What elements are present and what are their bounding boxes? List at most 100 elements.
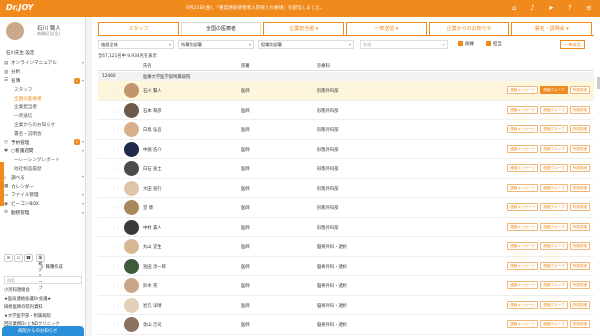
message-button[interactable]: 連絡メッセージ <box>507 281 539 289</box>
name-search-input[interactable]: 名前 ⌕ <box>360 40 448 49</box>
sidebar-item[interactable]: ▥ 分析 <box>4 68 84 77</box>
help-icon[interactable]: ? <box>568 4 572 12</box>
drag-handle-icon[interactable]: ⋮⋮ <box>112 283 120 288</box>
detail-button[interactable]: 所属詳細 <box>569 86 590 94</box>
detail-button[interactable]: 所属詳細 <box>569 144 590 153</box>
message-button[interactable]: 連絡メッセージ <box>507 242 539 250</box>
staff-name[interactable]: 石本 和彦 <box>143 108 162 114</box>
send-icon[interactable]: ➤ <box>548 4 554 12</box>
sidebar-item[interactable]: ♥ ○看護週間 ▾ <box>4 147 84 156</box>
sidebar-item[interactable]: ◷ 予約管理 1 ▾ <box>4 138 84 147</box>
group-button[interactable]: 連絡グループ <box>540 125 568 133</box>
menu-icon[interactable]: ≡ <box>586 4 592 12</box>
mail-icon[interactable]: ✉ <box>4 254 13 262</box>
staff-name[interactable]: 池田 淳一郎 <box>143 264 166 270</box>
table-row[interactable]: ⋮⋮ 池田 淳一郎 医師 脳脊外科・透析 連絡メッセージ 連絡グループ 所属詳細 <box>98 257 594 276</box>
message-button[interactable]: 連絡メッセージ <box>507 261 539 270</box>
tab[interactable]: 署名・説明会 ▾ <box>511 22 593 35</box>
sidebar-item[interactable]: 一レーシングレポート <box>4 156 84 165</box>
group-button[interactable]: 連絡グループ <box>540 203 568 211</box>
table-row[interactable]: ⋮⋮ 中堀 浩介 医師 形態外科部 連絡メッセージ 連絡グループ 所属詳細 <box>98 140 594 159</box>
sidebar-item[interactable]: 企業からのお知らせ <box>4 121 84 130</box>
message-button[interactable]: 連絡メッセージ <box>507 203 539 211</box>
position-select[interactable]: 役職別部署 ▾ <box>258 40 354 49</box>
sidebar-item[interactable]: 企業担当者 <box>4 103 84 112</box>
detail-button[interactable]: 所属詳細 <box>569 105 590 114</box>
table-row[interactable]: ⋮⋮ 白石 直士 医師 形態外科部 連絡メッセージ 連絡グループ 所属詳細 <box>98 159 594 179</box>
sidebar-item[interactable]: ⚙ 勤務管理 ▾ <box>4 209 84 218</box>
detail-button[interactable]: 所属詳細 <box>569 242 590 250</box>
drag-handle-icon[interactable]: ⋮⋮ <box>112 322 120 327</box>
staff-name[interactable]: 大田 直行 <box>143 186 162 192</box>
table-row[interactable]: ⋮⋮ 金山 吉司 医師 脳脊外科・透析 連絡メッセージ 連絡グループ 所属詳細 <box>98 315 594 335</box>
tab[interactable]: 全国の医療者 <box>180 22 262 35</box>
table-row[interactable]: ⋮⋮ 鈴木 英 医師 脳脊外科・透析 連絡メッセージ 連絡グループ 所属詳細 <box>98 276 594 296</box>
sidebar-item[interactable]: ⌕ 調べる ▾ <box>4 173 84 182</box>
table-row[interactable]: ⋮⋮ 岩元 洋晴 医師 脳脊外科・透析 連絡メッセージ 連絡グループ 所属詳細 <box>98 296 594 315</box>
group-search-input[interactable]: 検索 <box>4 276 82 284</box>
broadcast-button[interactable]: 一斉送信 <box>560 40 585 49</box>
drag-handle-icon[interactable]: ⋮⋮ <box>112 186 120 191</box>
user-card[interactable]: 石川 賢人 病棟担当(全) <box>6 22 84 52</box>
app-logo[interactable]: Dr.JOY <box>6 3 33 12</box>
detail-button[interactable]: 所属詳細 <box>569 125 590 133</box>
group-button[interactable]: 連絡グループ <box>540 164 568 172</box>
group-button[interactable]: 連絡グループ <box>540 281 568 289</box>
staff-name[interactable]: 丸山 宜生 <box>143 244 162 250</box>
detail-button[interactable]: 所属詳細 <box>569 164 590 172</box>
detail-button[interactable]: 所属詳細 <box>569 281 590 289</box>
staff-name[interactable]: 堂 博 <box>143 205 153 211</box>
staff-name[interactable]: 中堀 浩介 <box>143 147 162 153</box>
sidebar-item[interactable]: ▦ カレンダー <box>4 182 84 191</box>
sidebar-item[interactable]: スタッフ <box>4 85 84 94</box>
table-row[interactable]: ⋮⋮ 石本 和彦 医師 形態外科部 連絡メッセージ 連絡グループ 所属詳細 <box>98 101 594 120</box>
group-button[interactable]: 連絡グループ <box>540 222 568 231</box>
drag-handle-icon[interactable]: ⋮⋮ <box>112 108 120 113</box>
drag-handle-icon[interactable]: ⋮⋮ <box>112 127 120 132</box>
detail-button[interactable]: 所属詳細 <box>569 183 590 192</box>
message-button[interactable]: 連絡メッセージ <box>507 125 539 133</box>
sidebar-item[interactable]: 他社製品履歴 <box>4 165 84 174</box>
tab[interactable]: スタッフ <box>98 22 179 35</box>
ward-checkbox[interactable]: 病棟 <box>458 41 474 47</box>
detail-button[interactable]: 所属詳細 <box>569 300 590 309</box>
table-row[interactable]: ⋮⋮ 石川 賢人 医師 形態外科部 連絡メッセージ 連絡グループ 所属詳細 <box>98 81 594 101</box>
table-row[interactable]: ⋮⋮ 丸山 宜生 医師 脳脊外科・透析 連絡メッセージ 連絡グループ 所属詳細 <box>98 237 594 257</box>
group-button[interactable]: 連絡グループ <box>540 86 568 94</box>
drag-handle-icon[interactable]: ⋮⋮ <box>112 244 120 249</box>
facility-select[interactable]: 施設全体 ▾ <box>98 40 174 49</box>
charge-checkbox[interactable]: 担当 <box>486 41 502 47</box>
chat-icon[interactable]: ☐ <box>14 254 23 262</box>
tab[interactable]: 一斉送信 ▾ <box>346 22 427 35</box>
sidebar-item[interactable]: 全国の医療者 <box>4 94 84 103</box>
detail-button[interactable]: 所属詳細 <box>569 261 590 270</box>
drag-handle-icon[interactable]: ⋮⋮ <box>112 147 120 152</box>
table-row[interactable]: ⋮⋮ 中村 貴人 医師 形態外科部 連絡メッセージ 連絡グループ 所属詳細 <box>98 218 594 237</box>
message-button[interactable]: 連絡メッセージ <box>507 164 539 172</box>
home-icon[interactable]: ⌂ <box>512 4 516 12</box>
sidebar-item[interactable]: 署名・説明会 <box>4 129 84 138</box>
drag-handle-icon[interactable]: ⋮⋮ <box>112 303 120 308</box>
detail-button[interactable]: 所属詳細 <box>569 222 590 231</box>
sidebar-item[interactable]: ▭ ファイル管理 ▾ <box>4 191 84 200</box>
staff-name[interactable]: 石川 賢人 <box>143 88 162 94</box>
sidebar-collapse-handle[interactable] <box>0 162 4 206</box>
department-select[interactable]: 所属別部署 ▾ <box>178 40 254 49</box>
staff-name[interactable]: 白石 直士 <box>143 166 162 172</box>
user-detail-link[interactable]: 石川先生 設定 <box>6 50 34 56</box>
group-button[interactable]: 連絡グループ <box>540 300 568 309</box>
detail-button[interactable]: 所属詳細 <box>569 203 590 211</box>
phone-icon[interactable]: ☎ <box>24 254 33 262</box>
message-button[interactable]: 連絡メッセージ <box>507 105 539 114</box>
group-item[interactable]: ★医局連絡会議Dr会議★ <box>4 296 84 305</box>
notice-banner[interactable]: 6月21日(金)、「重度感染症患者入院受入れ要請」を配信しました。 <box>186 5 325 11</box>
sidebar-item[interactable]: ▤ オンラインマニュアル ▾ <box>4 59 84 68</box>
staff-name[interactable]: 白鳥 弘吾 <box>143 127 162 133</box>
group-button[interactable]: 連絡グループ <box>540 144 568 153</box>
group-button[interactable]: 連絡グループ <box>540 105 568 114</box>
bell-icon[interactable]: ♪ <box>530 4 534 12</box>
drag-handle-icon[interactable]: ⋮⋮ <box>112 264 120 269</box>
message-button[interactable]: 連絡メッセージ <box>507 300 539 309</box>
drag-handle-icon[interactable]: ⋮⋮ <box>112 205 120 210</box>
sidebar-item[interactable]: 一斉送信 <box>4 112 84 121</box>
